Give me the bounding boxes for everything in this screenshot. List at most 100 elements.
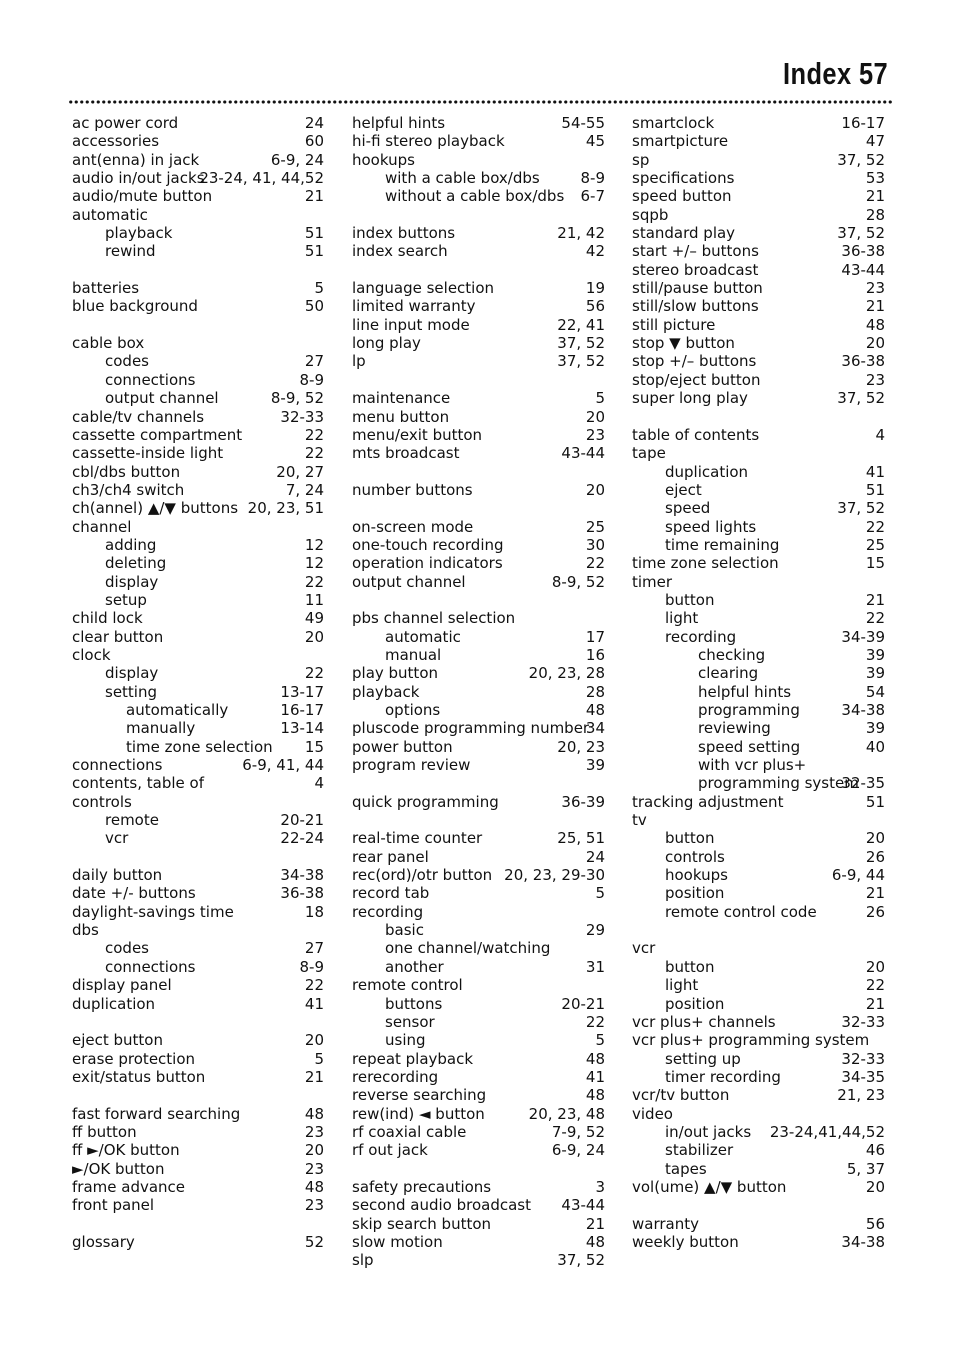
index-term: basic [385, 921, 424, 940]
index-term: button [665, 957, 715, 976]
index-entry: another 31 [352, 958, 605, 976]
index-term: audio/mute button [72, 187, 213, 206]
index-entry: clock [72, 646, 324, 664]
page-numbers: 20-21 [561, 994, 605, 1013]
index-entry: sp 37, 52 [632, 151, 885, 169]
index-term: smartpicture [632, 132, 729, 151]
index-term: ff button [72, 1122, 137, 1141]
page-numbers: 56 [865, 1214, 885, 1233]
index-entry: without a cable box/dbs 6-7 [352, 187, 605, 205]
index-entry: button 21 [632, 591, 885, 609]
index-entry: display 22 [72, 664, 324, 682]
index-entry: vcr 22-24 [72, 829, 324, 847]
index-term: stop +/– buttons [632, 352, 757, 371]
page-numbers: 47 [865, 132, 885, 151]
page-numbers: 20, 23, 28 [528, 664, 605, 683]
index-entry: standard play 37, 52 [632, 224, 885, 242]
index-entry: quick programming 36-39 [352, 793, 605, 811]
index-term: daily button [72, 866, 163, 885]
index-term: programming [698, 701, 800, 719]
page-numbers: 21 [865, 994, 885, 1013]
index-term: glossary [72, 1232, 135, 1251]
page-numbers: 16-17 [841, 114, 885, 132]
index-entry: button 20 [632, 829, 885, 847]
index-entry: cbl/dbs button 20, 27 [72, 463, 324, 481]
page-numbers: 34-38 [841, 1232, 885, 1251]
index-term: eject button [72, 1031, 163, 1050]
page-numbers: 20 [585, 480, 605, 499]
index-term: blue background [72, 297, 198, 316]
index-term: duplication [665, 462, 749, 481]
page-numbers: 23 [865, 279, 885, 298]
index-entry: second audio broadcast 43-44 [352, 1196, 605, 1214]
index-term: another [385, 957, 444, 976]
index-term: dbs [72, 921, 99, 940]
page-numbers: 5 [595, 1031, 605, 1050]
index-term: still/slow buttons [632, 297, 759, 316]
index-entry: automatic 17 [352, 628, 605, 646]
index-entry: in/out jacks 23-24,41,44,52 [632, 1123, 885, 1141]
index-term: limited warranty [352, 297, 476, 316]
index-entry: using 5 [352, 1031, 605, 1049]
index-term: fast forward searching [72, 1104, 241, 1123]
index-entry: cassette compartment 22 [72, 426, 324, 444]
page-numbers: 12 [304, 535, 324, 554]
index-entry: skip search button 21 [352, 1215, 605, 1233]
page-numbers: 21 [304, 1067, 324, 1086]
page-numbers: 37, 52 [837, 389, 885, 408]
index-term: vcr [105, 829, 129, 848]
page-numbers: 37, 52 [837, 150, 885, 169]
index-term: in/out jacks [665, 1122, 752, 1141]
page-numbers: 15 [865, 554, 885, 573]
index-term: output channel [352, 572, 466, 591]
index-entry: rear panel 24 [352, 848, 605, 866]
index-term: clearing [698, 664, 759, 683]
index-entry: remote 20-21 [72, 811, 324, 829]
page-numbers: 48 [585, 1086, 605, 1105]
index-entry: pluscode programming number 34 [352, 719, 605, 737]
page-numbers: 37, 52 [557, 334, 605, 353]
index-term: eject [665, 480, 702, 499]
page-numbers: 48 [304, 1177, 324, 1196]
page-numbers: 18 [304, 902, 324, 921]
index-entry: date +/- buttons 36-38 [72, 884, 324, 902]
index-term: rear panel [352, 847, 429, 866]
index-term: ch(annel) ▲/▼ buttons [72, 499, 239, 518]
index-term: connections [72, 756, 163, 775]
page-numbers: 20, 23, 48 [528, 1104, 605, 1123]
index-entry: stop +/– buttons 36-38 [632, 352, 885, 370]
index-term: ff ►/OK button [72, 1141, 180, 1160]
index-entry: stop ▼ button 20 [632, 334, 885, 352]
index-entry: one channel/watching [352, 939, 605, 957]
page-numbers: 20 [865, 957, 885, 976]
index-entry: with vcr plus+ [632, 756, 885, 774]
page-numbers: 54 [865, 682, 885, 701]
page-numbers: 13-14 [280, 719, 324, 738]
index-entry: buttons 20-21 [352, 995, 605, 1013]
index-term: front panel [72, 1196, 155, 1215]
page-numbers: 22 [304, 976, 324, 995]
index-term: remote control [352, 976, 463, 995]
page-numbers: 22 [304, 425, 324, 444]
index-entry: hookups [352, 151, 605, 169]
index-term: menu button [352, 407, 450, 426]
index-entry: cassette-inside light 22 [72, 444, 324, 462]
index-entry: smartclock 16-17 [632, 114, 885, 132]
index-entry: speed lights 22 [632, 518, 885, 536]
index-term: slow motion [352, 1232, 443, 1251]
page-numbers: 22, 41 [557, 315, 605, 334]
index-column-2: helpful hints 54-55 hi-fi stereo playback 4… [352, 114, 605, 1270]
index-term: playback [352, 682, 420, 701]
index-entry: long play 37, 52 [352, 334, 605, 352]
index-term: accessories [72, 132, 160, 151]
index-entry: playback 28 [352, 683, 605, 701]
index-term: display panel [72, 976, 172, 995]
index-entry: automatically 16-17 [72, 701, 324, 719]
index-term: reverse searching [352, 1086, 487, 1105]
index-term: cable/tv channels [72, 407, 205, 426]
index-entry: rerecording 41 [352, 1068, 605, 1086]
index-term: buttons [385, 994, 443, 1013]
index-term: deleting [105, 554, 167, 573]
